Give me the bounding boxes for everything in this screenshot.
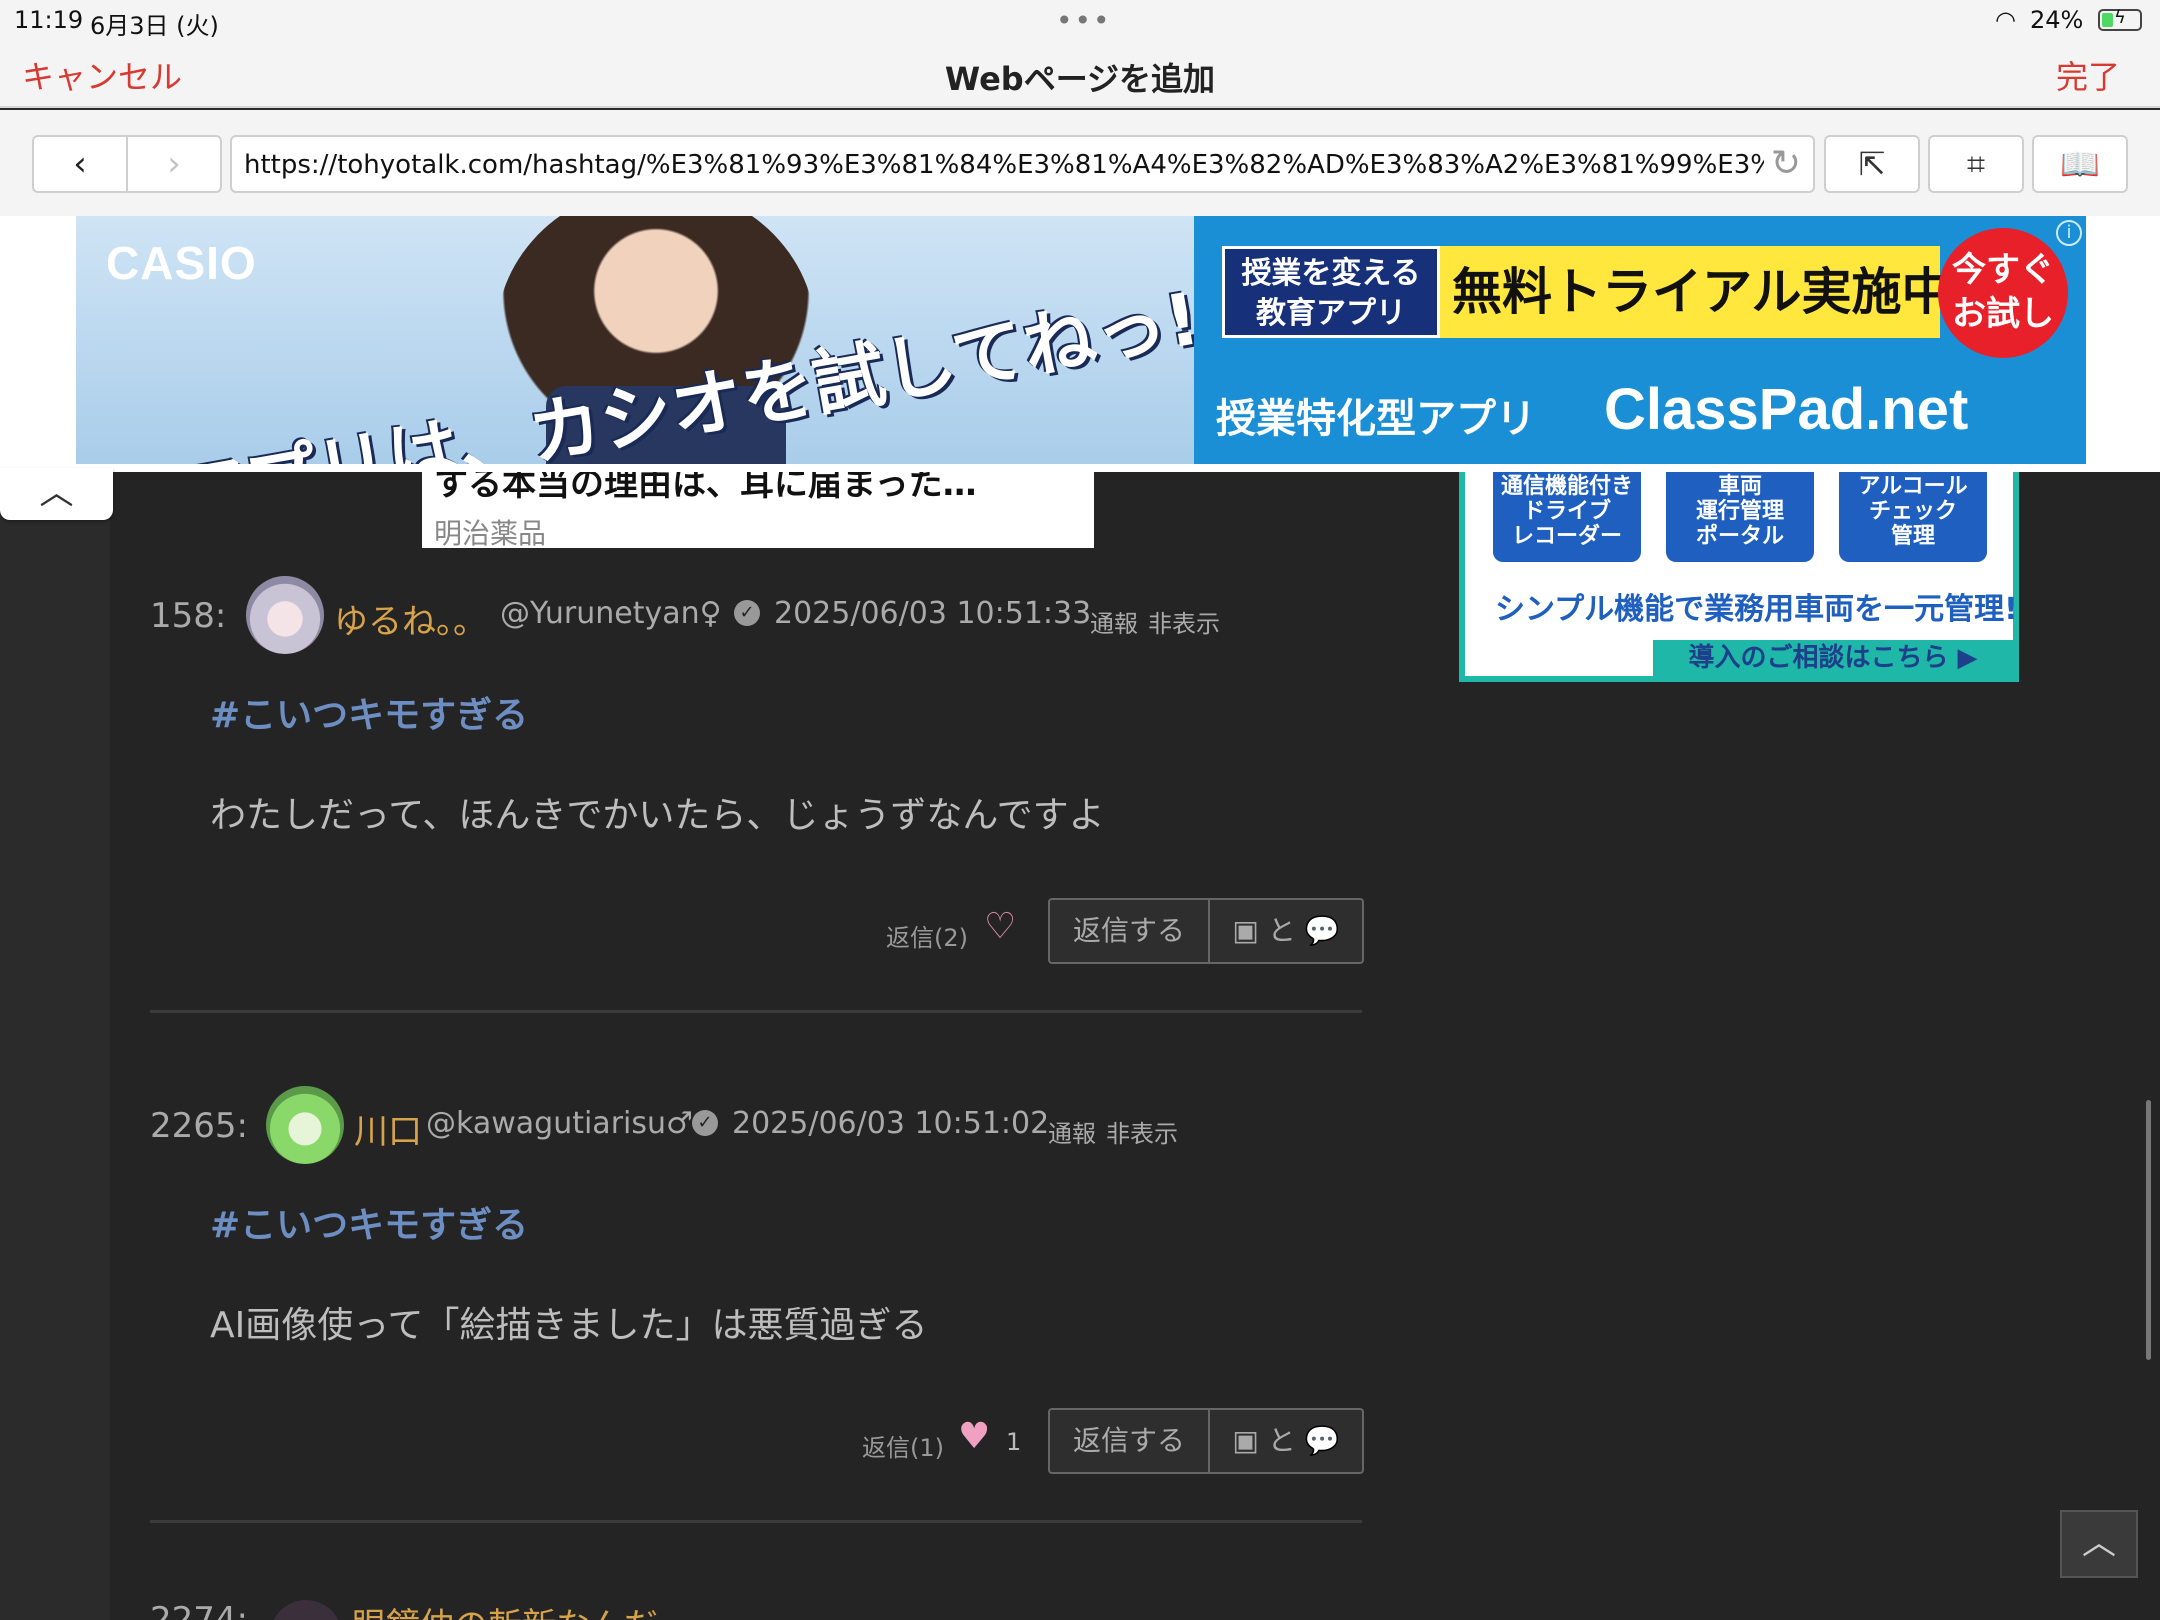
collapse-toolbar-chevron-up-icon[interactable]: ︿ [0,468,113,520]
side-ad-features: 通信機能付き ドライブ レコーダー 車両 運行管理 ポータル アルコール チェッ… [1493,472,1987,562]
username-link[interactable]: 川口 [354,1104,422,1153]
ad-trial-text: 無料トライアル実施中 [1440,246,1952,338]
side-ad-slogan: シンプル機能で業務用車両を一元管理! [1495,592,2018,627]
ad-try-button[interactable]: 今すぐ お試し [1938,228,2068,358]
post-header: 2265: 川口 @kawagutiarisu♂ ✓ 2025/06/03 10… [150,1086,1362,1166]
multitask-dots-icon[interactable]: ••• [1056,4,1112,37]
avatar[interactable] [266,1086,344,1164]
url-text: https://tohyotalk.com/hashtag/%E3%81%93%… [244,150,1764,180]
comment-bubble-icon: 💬 [1304,1424,1340,1457]
reload-icon[interactable]: ↻ [1771,143,1801,184]
inline-ad[interactable]: する本当の理由は、耳に届まった… 明治薬品 [422,472,1094,548]
user-handle: @kawagutiarisu♂ [426,1106,693,1141]
ad-banner[interactable]: CASIO アプリは、カシオを試してねっ!! 授業を変える 教育アプリ 無料トラ… [0,216,2160,472]
report-link[interactable]: 通報 [1090,604,1138,639]
open-external-icon[interactable]: ⇱ [1824,135,1920,193]
replies-link[interactable]: 返信(2) [886,918,968,953]
check-icon: ✓ [692,1110,718,1136]
side-ad-feature-label: 通信機能付き ドライブ レコーダー [1500,474,1633,549]
side-ad[interactable]: 通信機能付き ドライブ レコーダー 車両 運行管理 ポータル アルコール チェッ… [1459,472,2019,682]
reader-book-icon[interactable]: 📖 [2032,135,2128,193]
image-and-comment-button[interactable]: ▣ と 💬 [1210,898,1364,964]
avatar[interactable] [246,576,324,654]
post-hashtag[interactable]: #こいつキモすぎる [210,686,528,738]
post-item: 158: ゆるね。。 @Yurunetyan♀ ✓ 2025/06/03 10:… [150,576,1364,1016]
ad-try-label: 今すぐ お試し [1952,250,2054,334]
post-datetime[interactable]: 2025/06/03 10:51:02 [732,1106,1049,1141]
post-datetime[interactable]: 2025/06/03 10:51:33 [774,596,1091,631]
status-bar: 11:19 6月3日 (火) ••• ◠ 24% ϟ [0,0,2160,40]
wifi-icon: ◠ [1995,6,2016,34]
image-icon: ▣ [1232,914,1259,947]
report-link[interactable]: 通報 [1048,1114,1096,1149]
hide-link[interactable]: 非表示 [1106,1114,1178,1149]
sheet-title: Webページを追加 [944,60,1216,98]
side-ad-feature: 通信機能付き ドライブ レコーダー [1493,472,1641,562]
post-header: 158: ゆるね。。 @Yurunetyan♀ ✓ 2025/06/03 10:… [150,576,1362,656]
ad-info-icon[interactable]: i [2056,220,2082,246]
heart-filled-icon[interactable]: ♥ [958,1416,990,1457]
post-divider [150,1520,1362,1523]
qr-scan-icon[interactable]: ⌗ [1928,135,2024,193]
status-time: 11:19 [14,6,84,34]
ad-badge-text: 授業を変える 教育アプリ [1241,256,1421,331]
history-buttons: ‹ › [32,135,222,193]
battery-icon: ϟ [2098,7,2142,31]
post-body: わたしだって、ほんきでかいたら、じょうずなんですよ [210,795,1105,836]
forward-icon[interactable]: › [128,137,220,191]
side-ad-feature-label: 車両 運行管理 ポータル [1695,474,1784,549]
post-divider [150,1010,1362,1013]
media-label: と [1267,914,1296,947]
reply-button[interactable]: 返信する [1048,1408,1210,1474]
browser-toolbar: ‹ › https://tohyotalk.com/hashtag/%E3%81… [0,110,2160,216]
scrollbar[interactable] [2146,1100,2151,1360]
image-icon: ▣ [1232,1424,1259,1457]
replies-link[interactable]: 返信(1) [862,1428,944,1463]
inline-ad-headline: する本当の理由は、耳に届まった… [434,472,977,504]
media-label: と [1267,1424,1296,1457]
hide-link[interactable]: 非表示 [1148,604,1220,639]
side-ad-feature: アルコール チェック 管理 [1839,472,1987,562]
back-icon[interactable]: ‹ [34,137,128,191]
post-hashtag[interactable]: #こいつキモすぎる [210,1196,528,1248]
post-body: AI画像使って「絵描きました」は悪質過ぎる [210,1305,928,1346]
side-ad-feature-label: アルコール チェック 管理 [1858,474,1968,549]
comment-bubble-icon: 💬 [1304,914,1340,947]
ad-product-name: ClassPad.net [1604,377,1969,442]
battery-percent: 24% [2030,6,2084,34]
status-date: 6月3日 (火) [90,12,219,40]
like-count: 1 [1006,1428,1022,1456]
done-button[interactable]: 完了 [2056,52,2120,98]
ad-brand-logo: CASIO [106,237,257,289]
image-and-comment-button[interactable]: ▣ と 💬 [1210,1408,1364,1474]
address-bar[interactable]: https://tohyotalk.com/hashtag/%E3%81%93%… [230,135,1815,193]
check-icon: ✓ [734,600,760,626]
post-item: 2265: 川口 @kawagutiarisu♂ ✓ 2025/06/03 10… [150,1086,1364,1526]
user-handle: @Yurunetyan♀ [500,596,722,631]
username-link[interactable]: 眼鏡仲の斬新なんだ [352,1598,658,1620]
ad-image-left[interactable]: CASIO アプリは、カシオを試してねっ!! [76,216,1194,464]
side-ad-feature: 車両 運行管理 ポータル [1666,472,1814,562]
ad-subtitle: 授業特化型アプリ [1216,396,1536,442]
heart-outline-icon[interactable]: ♡ [984,906,1016,947]
post-number: 2265: [150,1106,248,1146]
inline-ad-sponsor: 明治薬品 [434,517,547,548]
username-link[interactable]: ゆるね。。 [334,594,487,643]
ad-badge: 授業を変える 教育アプリ [1222,246,1440,338]
ad-image-right[interactable]: 授業を変える 教育アプリ 無料トライアル実施中 今すぐ お試し 授業特化型アプリ… [1194,216,2086,464]
side-ad-cta[interactable]: 導入のご相談はこちら ▶ [1653,640,2013,676]
reply-button[interactable]: 返信する [1048,898,1210,964]
post-number: 2274: [150,1600,248,1620]
scroll-to-top-chevron-up-icon[interactable]: ︿ [2060,1510,2138,1578]
post-number: 158: [150,596,227,636]
sheet-header: キャンセル Webページを追加 完了 [0,40,2160,108]
